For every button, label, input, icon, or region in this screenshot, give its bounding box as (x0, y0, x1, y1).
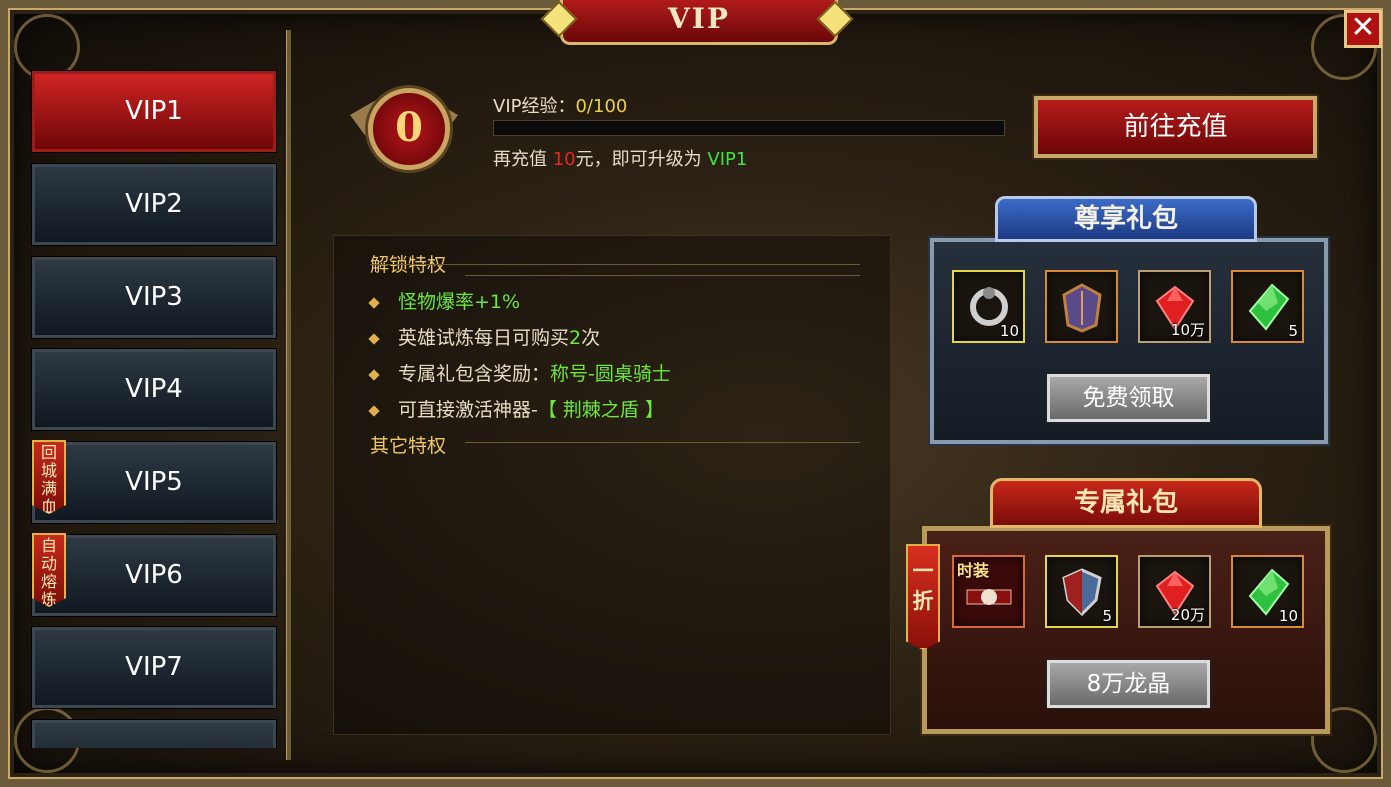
vip-tab-6[interactable]: VIP6 (31, 534, 277, 617)
privilege-text: 专属礼包含奖励： (398, 363, 551, 385)
vip-tab-1[interactable]: VIP1 (31, 70, 277, 153)
close-button[interactable]: ✕ (1344, 10, 1382, 48)
exp-caption: VIP经验： (493, 96, 576, 117)
item-slot-costume[interactable]: 时装 (952, 555, 1025, 628)
window-title-plate: VIP (560, 0, 838, 45)
vip-tab-label: VIP3 (125, 282, 183, 312)
section-divider (465, 442, 860, 443)
vip-tab-label: VIP6 (125, 560, 183, 590)
bullet-icon (368, 332, 380, 345)
item-quantity: 5 (1102, 607, 1112, 625)
item-quantity: 10万 (1170, 321, 1205, 339)
vip-tab-8-partial[interactable] (31, 719, 277, 748)
vip6-feature-tag: 自动熔炼 (32, 533, 66, 607)
vip-tab-3[interactable]: VIP3 (31, 256, 277, 339)
bullet-icon (368, 296, 380, 309)
recharge-amount: 10 (552, 149, 576, 170)
badge-level-number: 0 (368, 88, 450, 170)
exclusive-gift-pack-title: 专属礼包 (990, 478, 1262, 528)
vip-tab-label: VIP2 (125, 189, 183, 219)
bullet-icon (368, 368, 380, 381)
section-divider (465, 275, 860, 276)
vip-tab-label: VIP4 (125, 374, 183, 404)
emerald-icon (1248, 283, 1290, 331)
privilege-highlight: 称号-圆桌骑士 (550, 363, 671, 385)
exp-value: 0/100 (575, 96, 628, 117)
discount-tag: 一折 (906, 544, 940, 650)
buy-exclusive-pack-button[interactable]: 8万龙晶 (1046, 659, 1211, 709)
privileges-panel: 解锁特权 怪物爆率+1% 英雄试炼每日可购买2次 专属礼包含奖励：称号-圆桌骑士… (333, 235, 891, 735)
vip-tab-4[interactable]: VIP4 (31, 348, 277, 431)
item-quantity: 5 (1288, 322, 1298, 340)
recharge-target-level: VIP1 (707, 149, 748, 170)
vip5-feature-tag: 回城满血 (32, 440, 66, 514)
vip-tab-7[interactable]: VIP7 (31, 626, 277, 709)
privilege-item: 专属礼包含奖励：称号-圆桌骑士 (368, 359, 671, 386)
privilege-text: 怪物爆率+1% (398, 291, 521, 313)
privilege-item: 怪物爆率+1% (368, 287, 521, 314)
item-slot-armor[interactable] (1045, 270, 1118, 343)
privilege-item: 可直接激活神器-【 荆棘之盾 】 (368, 395, 664, 422)
section-divider (370, 263, 860, 265)
item-quantity: 10 (999, 322, 1019, 340)
item-slot-ruby[interactable]: 20万 (1138, 555, 1211, 628)
item-slot-ruby[interactable]: 10万 (1138, 270, 1211, 343)
item-label: 时装 (957, 561, 990, 580)
item-slot-emerald[interactable]: 10 (1231, 555, 1304, 628)
vip-level-list[interactable]: VIP1 VIP2 VIP3 VIP4 VIP5 回城满血 VIP6 自动熔炼 … (26, 66, 286, 748)
recharge-hint: 再充值 10元，即可升级为 VIP1 (493, 145, 747, 171)
vip-tab-2[interactable]: VIP2 (31, 163, 277, 246)
privilege-text: 英雄试炼每日可购买 (398, 327, 570, 349)
vip-tab-label: VIP7 (125, 652, 183, 682)
close-icon: ✕ (1350, 10, 1376, 45)
item-quantity: 10 (1278, 607, 1298, 625)
item-slot-shield[interactable]: 5 (1045, 555, 1118, 628)
vip-tab-5[interactable]: VIP5 (31, 441, 277, 524)
vip-level-badge: 0 (350, 80, 458, 180)
vip-gift-pack-title: 尊享礼包 (995, 196, 1257, 242)
other-privileges-title: 其它特权 (370, 435, 447, 457)
armor-icon (1062, 283, 1102, 333)
vip-exp-label: VIP经验：0/100 (493, 92, 627, 118)
privilege-highlight: 2 (569, 327, 582, 349)
privilege-text: 次 (581, 327, 601, 349)
item-slot-emerald[interactable]: 5 (1231, 270, 1304, 343)
go-recharge-button[interactable]: 前往充值 (1032, 94, 1319, 160)
window-title: VIP (668, 2, 730, 35)
sidebar-divider (286, 30, 291, 760)
item-quantity: 20万 (1170, 606, 1205, 624)
shield-icon (1062, 568, 1102, 617)
vip-tab-label: VIP5 (125, 467, 183, 497)
privilege-highlight: 【 荆棘之盾 】 (537, 399, 664, 421)
recharge-mid: 元，即可升级为 (575, 149, 708, 170)
privilege-item: 英雄试炼每日可购买2次 (368, 323, 601, 350)
privilege-text: 可直接激活神器- (398, 399, 538, 421)
bullet-icon (368, 404, 380, 417)
free-claim-button[interactable]: 免费领取 (1046, 373, 1211, 423)
vip-tab-label: VIP1 (125, 96, 183, 126)
exp-progress-bar (493, 120, 1005, 136)
item-slot-ring[interactable]: 10 (952, 270, 1025, 343)
recharge-prefix: 再充值 (493, 149, 553, 170)
